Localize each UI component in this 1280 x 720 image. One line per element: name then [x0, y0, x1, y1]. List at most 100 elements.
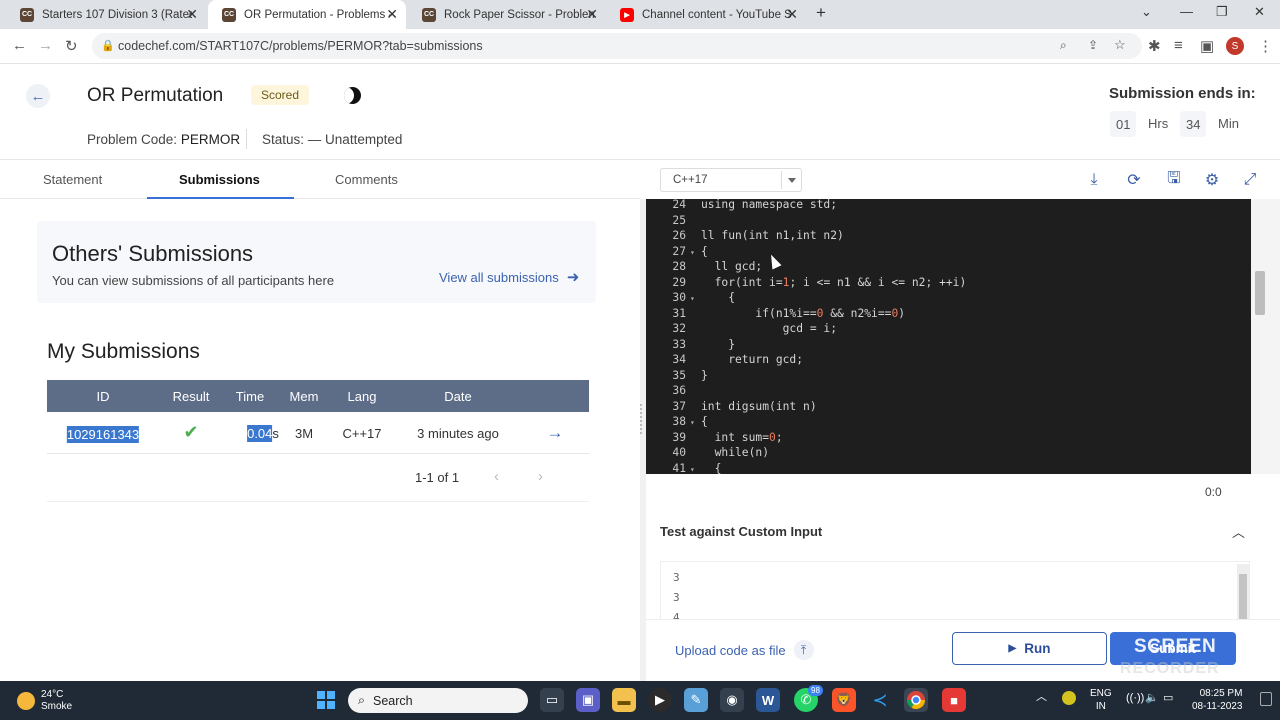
back-arrow-icon[interactable]: ←: [12, 37, 27, 54]
file-explorer-icon[interactable]: ▬: [612, 688, 636, 712]
profile-avatar[interactable]: S: [1226, 37, 1244, 55]
code-line[interactable]: 30 ▾ {: [646, 291, 1251, 307]
code-line[interactable]: 32 gcd = i;: [646, 322, 1251, 338]
close-tab-icon[interactable]: ✕: [386, 6, 398, 23]
tray-chevron-icon[interactable]: ︿: [1036, 691, 1047, 704]
minimize-icon[interactable]: —: [1180, 4, 1193, 19]
code-line[interactable]: 37 int digsum(int n): [646, 400, 1251, 416]
next-page-icon[interactable]: ›: [538, 468, 543, 485]
brave-browser-icon[interactable]: 🦁: [832, 688, 856, 712]
extensions-icon[interactable]: ✱: [1148, 37, 1161, 55]
dark-mode-toggle-icon[interactable]: [344, 87, 361, 104]
code-line[interactable]: 31 if(n1%i==0 && n2%i==0): [646, 307, 1251, 323]
language-value: C++17: [673, 174, 708, 186]
close-tab-icon[interactable]: ✕: [586, 6, 598, 23]
forward-arrow-icon[interactable]: →: [38, 37, 53, 54]
code-line[interactable]: 33 }: [646, 338, 1251, 354]
code-line[interactable]: 34 return gcd;: [646, 353, 1251, 369]
word-icon[interactable]: W: [756, 688, 780, 712]
editor-scrollbar-thumb[interactable]: [1255, 271, 1265, 315]
taskbar-search-box[interactable]: ⌕ Search: [348, 688, 528, 713]
fold-arrow-icon[interactable]: ▾: [690, 418, 695, 427]
fold-arrow-icon[interactable]: ▾: [690, 294, 695, 303]
table-row[interactable]: 1029161343 ✔ 0.04s 3M C++17 3 minutes ag…: [47, 412, 589, 454]
tab-search-chevron-icon[interactable]: ⌄: [1141, 4, 1152, 20]
browser-tab-starters[interactable]: CC Starters 107 Division 3 (Rated) C ✕: [6, 0, 206, 29]
download-icon[interactable]: ⤓: [1084, 170, 1104, 190]
submission-id[interactable]: 1029161343: [66, 426, 140, 443]
share-icon[interactable]: ⇪: [1088, 38, 1098, 52]
input-language[interactable]: ENG IN: [1090, 687, 1112, 713]
fullscreen-icon[interactable]: ⤢: [1240, 170, 1260, 190]
chevron-up-icon[interactable]: ︿: [1232, 522, 1245, 541]
code-line[interactable]: 36: [646, 384, 1251, 400]
custom-input-scrollbar[interactable]: [1237, 564, 1249, 619]
media-player-icon[interactable]: ▶: [648, 688, 672, 712]
fold-arrow-icon[interactable]: ▾: [690, 465, 695, 474]
code-line[interactable]: 41 ▾ {: [646, 462, 1251, 475]
code-line[interactable]: 28 ll gcd;: [646, 260, 1251, 276]
tray-app-icon[interactable]: [1062, 691, 1076, 705]
select-separator: [781, 171, 782, 189]
tab-comments[interactable]: Comments: [335, 172, 398, 187]
code-line[interactable]: 25: [646, 214, 1251, 230]
omnibox[interactable]: 🔒 codechef.com/START107C/problems/PERMOR…: [92, 33, 1142, 59]
custom-input-textarea[interactable]: 3 3 4: [660, 561, 1250, 619]
reading-list-icon[interactable]: ≡: [1174, 37, 1183, 54]
table-bottom-divider: [47, 501, 589, 502]
settings-gear-icon[interactable]: ⚙: [1202, 170, 1222, 190]
screen-recorder-app-icon[interactable]: ■: [942, 688, 966, 712]
prev-page-icon[interactable]: ‹: [494, 468, 499, 485]
menu-kebab-icon[interactable]: ⋮: [1258, 37, 1273, 55]
paint-icon[interactable]: ✎: [684, 688, 708, 712]
camera-icon[interactable]: ◉: [720, 688, 744, 712]
code-line[interactable]: 26 ll fun(int n1,int n2): [646, 229, 1251, 245]
code-editor[interactable]: 24 using namespace std; 25 26 ll fun(int n1,…: [646, 199, 1251, 474]
vscode-icon[interactable]: ≺: [868, 688, 892, 712]
browser-tab-rock-paper[interactable]: CC Rock Paper Scissor - Problems - ✕: [408, 0, 606, 29]
tab-statement[interactable]: Statement: [43, 172, 102, 187]
editor-scrollbar[interactable]: [1251, 199, 1280, 474]
code-line[interactable]: 39 int sum=0;: [646, 431, 1251, 447]
zoom-icon[interactable]: ⌕: [1060, 38, 1067, 53]
run-button[interactable]: ▶ Run: [952, 632, 1107, 665]
browser-tab-youtube[interactable]: ▶ Channel content - YouTube Stud ✕: [606, 0, 806, 29]
teams-chat-icon[interactable]: ▣: [576, 688, 600, 712]
task-view-icon[interactable]: ▭: [540, 688, 564, 712]
windows-start-icon[interactable]: [314, 688, 338, 712]
code-line[interactable]: 29 for(int i=1; i <= n1 && i <= n2; ++i): [646, 276, 1251, 292]
code-line[interactable]: 24 using namespace std;: [646, 199, 1251, 214]
code-text: {: [701, 461, 722, 475]
code-line[interactable]: 38 ▾ {: [646, 415, 1251, 431]
volume-icon[interactable]: 🔈: [1145, 692, 1159, 705]
close-tab-icon[interactable]: ✕: [186, 6, 198, 23]
close-window-icon[interactable]: ✕: [1254, 4, 1265, 20]
code-line[interactable]: 35}: [646, 369, 1251, 385]
fold-arrow-icon[interactable]: ▾: [690, 248, 695, 257]
reset-code-icon[interactable]: ⟳: [1124, 170, 1144, 190]
notifications-icon[interactable]: [1260, 692, 1272, 706]
bookmark-star-icon[interactable]: ☆: [1114, 37, 1126, 53]
back-button[interactable]: ←: [26, 84, 50, 108]
custom-input-scrollbar-thumb[interactable]: [1239, 574, 1247, 619]
battery-icon[interactable]: ▭: [1163, 692, 1173, 705]
timer-minutes-unit: Min: [1218, 116, 1239, 131]
weather-widget[interactable]: 24°C Smoke: [17, 689, 72, 713]
maximize-icon[interactable]: ❐: [1216, 4, 1228, 20]
code-line[interactable]: 27 ▾ {: [646, 245, 1251, 261]
wifi-icon[interactable]: ((·)): [1126, 692, 1144, 705]
language-select[interactable]: C++17: [660, 168, 802, 192]
taskbar-clock[interactable]: 08:25 PM 08-11-2023: [1192, 687, 1242, 713]
save-icon[interactable]: 🖫: [1164, 170, 1184, 190]
tab-submissions[interactable]: Submissions: [179, 172, 260, 187]
new-tab-button[interactable]: +: [816, 3, 826, 23]
view-all-submissions-link[interactable]: View all submissions ➜: [439, 268, 579, 286]
close-tab-icon[interactable]: ✕: [786, 6, 798, 23]
browser-tab-or-permutation[interactable]: CC OR Permutation - Problems - Co ✕: [208, 0, 406, 29]
view-submission-arrow-icon[interactable]: →: [547, 423, 564, 443]
code-line[interactable]: 40 while(n): [646, 446, 1251, 462]
reload-icon[interactable]: ↻: [65, 37, 78, 55]
upload-code-link[interactable]: Upload code as file ⤒: [675, 640, 814, 660]
chrome-icon[interactable]: [904, 688, 928, 712]
side-panel-icon[interactable]: ▣: [1200, 37, 1214, 55]
